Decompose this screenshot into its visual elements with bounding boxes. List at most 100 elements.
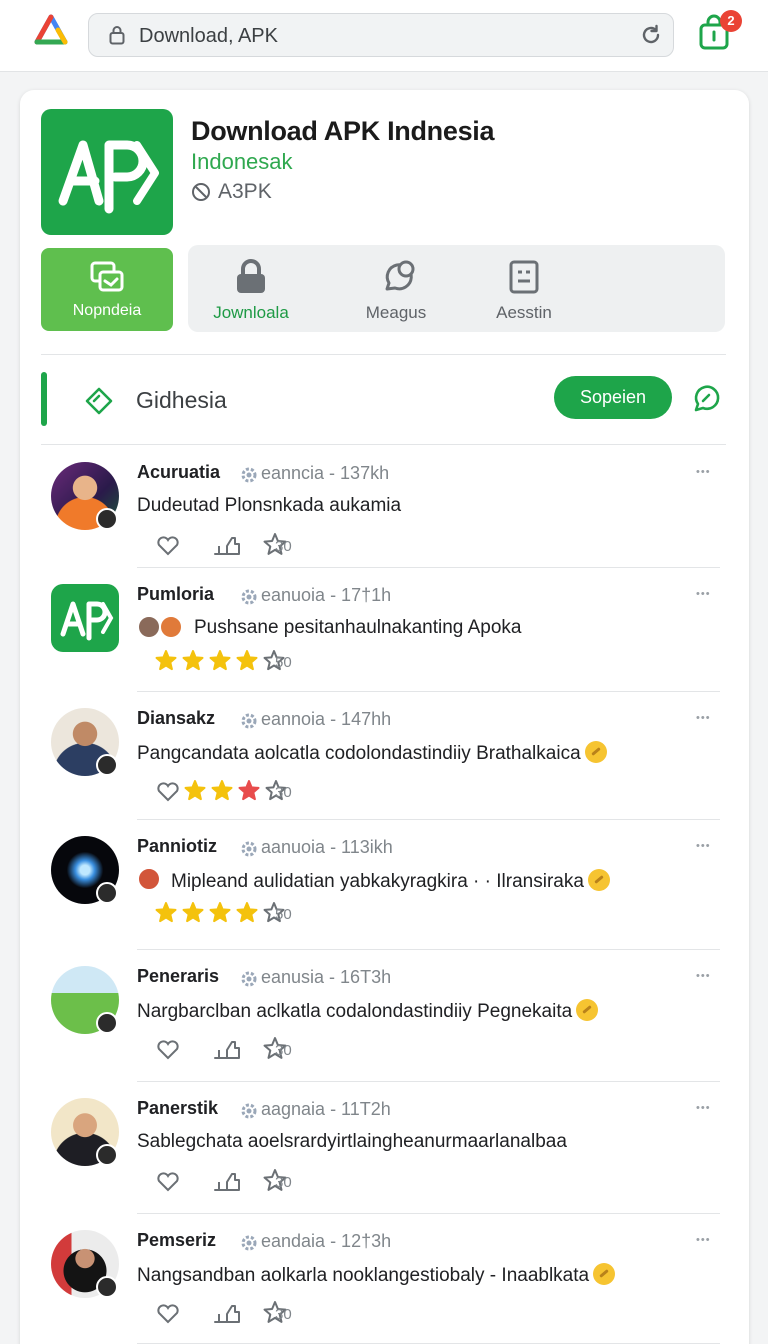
mini-avatar	[137, 867, 161, 891]
post-text: Sablegchata aoelsrardyirtlaingheanurmaar…	[137, 1131, 567, 1153]
verified-badge-icon	[96, 1144, 118, 1166]
post-actions	[157, 533, 287, 556]
more-options-icon[interactable]: •••	[696, 588, 711, 600]
divider	[41, 354, 726, 355]
action-info-label: Aesstin	[496, 303, 552, 322]
more-options-icon[interactable]: •••	[696, 970, 711, 982]
gear-icon	[241, 1235, 257, 1251]
thumbs-up-icon[interactable]	[214, 1041, 240, 1059]
gear-icon	[241, 971, 257, 987]
lock-icon	[109, 26, 125, 45]
like-icon[interactable]	[157, 1304, 179, 1324]
post-meta: eanuoia - 17†1h	[261, 585, 392, 605]
emoji-icon	[593, 1263, 616, 1285]
gear-icon	[241, 589, 257, 605]
verified-badge-icon	[96, 754, 118, 776]
post-author-name[interactable]: Panerstik	[137, 1098, 218, 1119]
rating-star-icon[interactable]	[209, 650, 231, 671]
more-options-icon[interactable]: •••	[696, 840, 711, 852]
post-text-content: Nangsandban aolkarla nooklangestiobaly -…	[137, 1265, 590, 1286]
section-title: Gidhesia	[136, 387, 227, 413]
more-options-icon[interactable]: •••	[696, 466, 711, 478]
install-button[interactable]: Nopndeia	[41, 248, 173, 331]
reaction-count: 30	[275, 538, 292, 555]
review-post: Acuruatia eanncia - 137kh ••• Dudeutad Plon…	[20, 446, 749, 568]
app-subtitle[interactable]: Indonesak	[191, 149, 293, 175]
post-meta: aanuoia - 113ikh	[261, 837, 393, 857]
post-text-content: Sablegchata aoelsrardyirtlaingheanurmaar…	[137, 1131, 567, 1152]
rating-star-icon[interactable]	[182, 902, 204, 923]
thumbs-up-icon[interactable]	[214, 537, 240, 555]
action-message[interactable]: Meagus	[336, 245, 456, 332]
post-meta: aagnaia - 11T2h	[261, 1099, 391, 1119]
rating-star-icon[interactable]	[184, 780, 206, 801]
emoji-icon	[576, 999, 599, 1021]
thumbs-up-icon[interactable]	[214, 1173, 240, 1191]
post-meta: eanusia - 16T3h	[261, 967, 392, 987]
app-title: Download APK Indnesia	[191, 116, 495, 146]
reaction-count: 50	[275, 906, 292, 923]
post-actions	[157, 1169, 287, 1192]
thumbs-up-icon[interactable]	[214, 1305, 240, 1323]
app-developer[interactable]: A3PK	[218, 180, 272, 204]
section-accent-bar	[41, 372, 47, 426]
post-author-name[interactable]: Diansakz	[137, 708, 215, 729]
more-options-icon[interactable]: •••	[696, 1234, 711, 1246]
notification-badge: 2	[720, 10, 742, 32]
clock-icon	[192, 183, 210, 201]
message-icon[interactable]	[690, 384, 720, 414]
post-text-content: Nargbarclban aclkatla codalondastindiiy …	[137, 1001, 573, 1022]
post-actions	[157, 1301, 287, 1324]
open-button[interactable]: Sopeien	[554, 376, 672, 419]
rating-star-icon[interactable]	[182, 650, 204, 671]
app-icon	[41, 109, 173, 235]
browser-bar: Download, APK 2	[0, 0, 768, 72]
avatar[interactable]	[51, 584, 119, 652]
like-icon[interactable]	[157, 1172, 179, 1192]
action-download[interactable]: Jownloala	[191, 245, 311, 332]
rating-star-icon[interactable]	[236, 650, 258, 671]
gear-icon	[241, 467, 257, 483]
post-text-content: Dudeutad Plonsnkada aukamia	[137, 495, 402, 516]
app-logo-icon[interactable]	[34, 14, 68, 48]
post-meta: eandaia - 12†3h	[261, 1231, 392, 1251]
rating-star-icon[interactable]	[238, 780, 260, 801]
reaction-count: 50	[275, 654, 292, 671]
post-text-content: Pangcandata aolcatla codolondastindiiy B…	[137, 743, 581, 764]
rating-star-icon[interactable]	[211, 780, 233, 801]
document-icon	[509, 260, 539, 294]
rating-star-icon[interactable]	[155, 902, 177, 923]
post-author-name[interactable]: Pemseriz	[137, 1230, 216, 1251]
verified-badge-icon	[96, 882, 118, 904]
reload-icon[interactable]	[639, 23, 663, 47]
post-actions	[157, 1037, 287, 1060]
like-icon[interactable]	[157, 1040, 179, 1060]
post-author-name[interactable]: Pumloria	[137, 584, 214, 605]
post-meta: eanncia - 137kh	[261, 463, 390, 483]
post-author-name[interactable]: Panniotiz	[137, 836, 217, 857]
gear-icon	[241, 1103, 257, 1119]
url-bar[interactable]: Download, APK	[88, 13, 674, 57]
review-post: Panerstik aagnaia - 11T2h ••• Sablegchata a…	[20, 1082, 749, 1214]
more-options-icon[interactable]: •••	[696, 712, 711, 724]
like-icon[interactable]	[157, 536, 179, 556]
post-actions	[155, 902, 285, 923]
post-text: Mipleand aulidatian yabkakyragkira · · I…	[171, 869, 610, 893]
verified-badge-icon	[96, 1276, 118, 1298]
post-author-name[interactable]: Acuruatia	[137, 462, 220, 483]
like-icon[interactable]	[157, 782, 179, 802]
post-author-name[interactable]: Peneraris	[137, 966, 219, 987]
action-info[interactable]: Aesstin	[464, 245, 584, 332]
rating-star-icon[interactable]	[155, 650, 177, 671]
chat-bubble-icon	[385, 260, 415, 291]
rating-star-icon[interactable]	[236, 902, 258, 923]
app-card: Download APK Indnesia Indonesak A3PK Nop…	[20, 90, 749, 1344]
review-post: Peneraris eanusia - 16T3h ••• Nargbarclban …	[20, 950, 749, 1082]
rating-star-icon[interactable]	[209, 902, 231, 923]
post-text-content: Mipleand aulidatian yabkakyragkira · · I…	[171, 871, 584, 892]
divider	[41, 444, 726, 445]
more-options-icon[interactable]: •••	[696, 1102, 711, 1114]
post-text-content: Pushsane pesitanhaulnakanting Apoka	[194, 617, 522, 638]
install-button-label: Nopndeia	[72, 302, 142, 319]
reaction-count: 30	[275, 1174, 292, 1191]
